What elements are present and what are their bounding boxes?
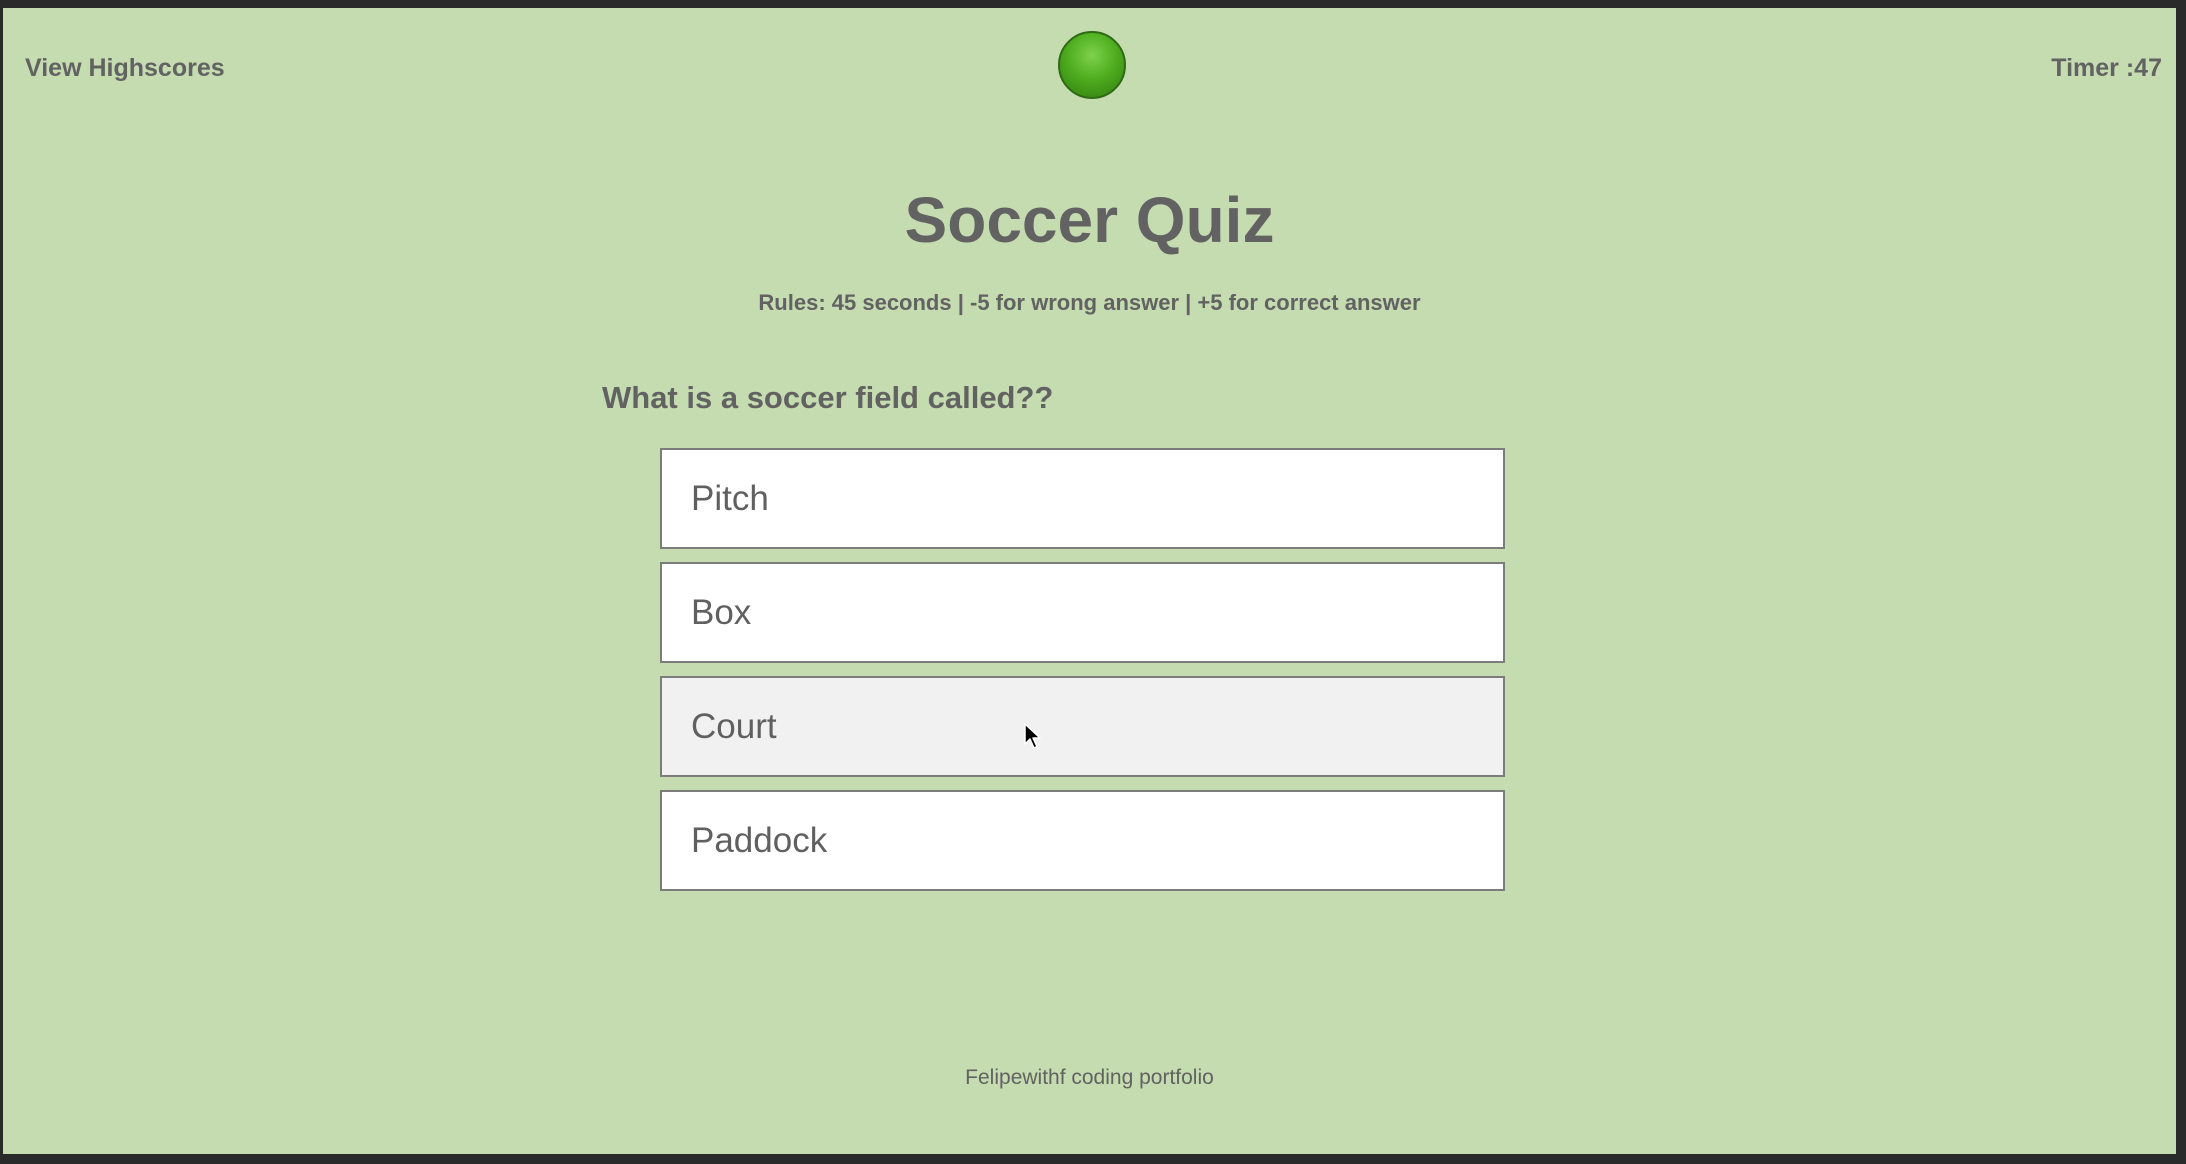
soccer-ball-icon bbox=[1058, 31, 1126, 99]
question-text: What is a soccer field called?? bbox=[602, 380, 1054, 415]
answer-button[interactable]: Paddock bbox=[660, 790, 1505, 891]
answer-button[interactable]: Pitch bbox=[660, 448, 1505, 549]
page-title: Soccer Quiz bbox=[904, 184, 1275, 256]
timer-display: Timer :47 bbox=[2051, 54, 2162, 82]
rules-text: Rules: 45 seconds | -5 for wrong answer … bbox=[758, 290, 1421, 315]
answer-list: Pitch Box Court Paddock bbox=[660, 448, 1505, 904]
quiz-page: View Highscores Timer :47 Soccer Quiz Ru… bbox=[3, 8, 2176, 1154]
mouse-cursor-icon bbox=[1024, 723, 1041, 749]
footer-text: Felipewithf coding portfolio bbox=[965, 1066, 1214, 1089]
answer-button[interactable]: Court bbox=[660, 676, 1505, 777]
answer-button[interactable]: Box bbox=[660, 562, 1505, 663]
view-highscores-link[interactable]: View Highscores bbox=[25, 54, 225, 83]
